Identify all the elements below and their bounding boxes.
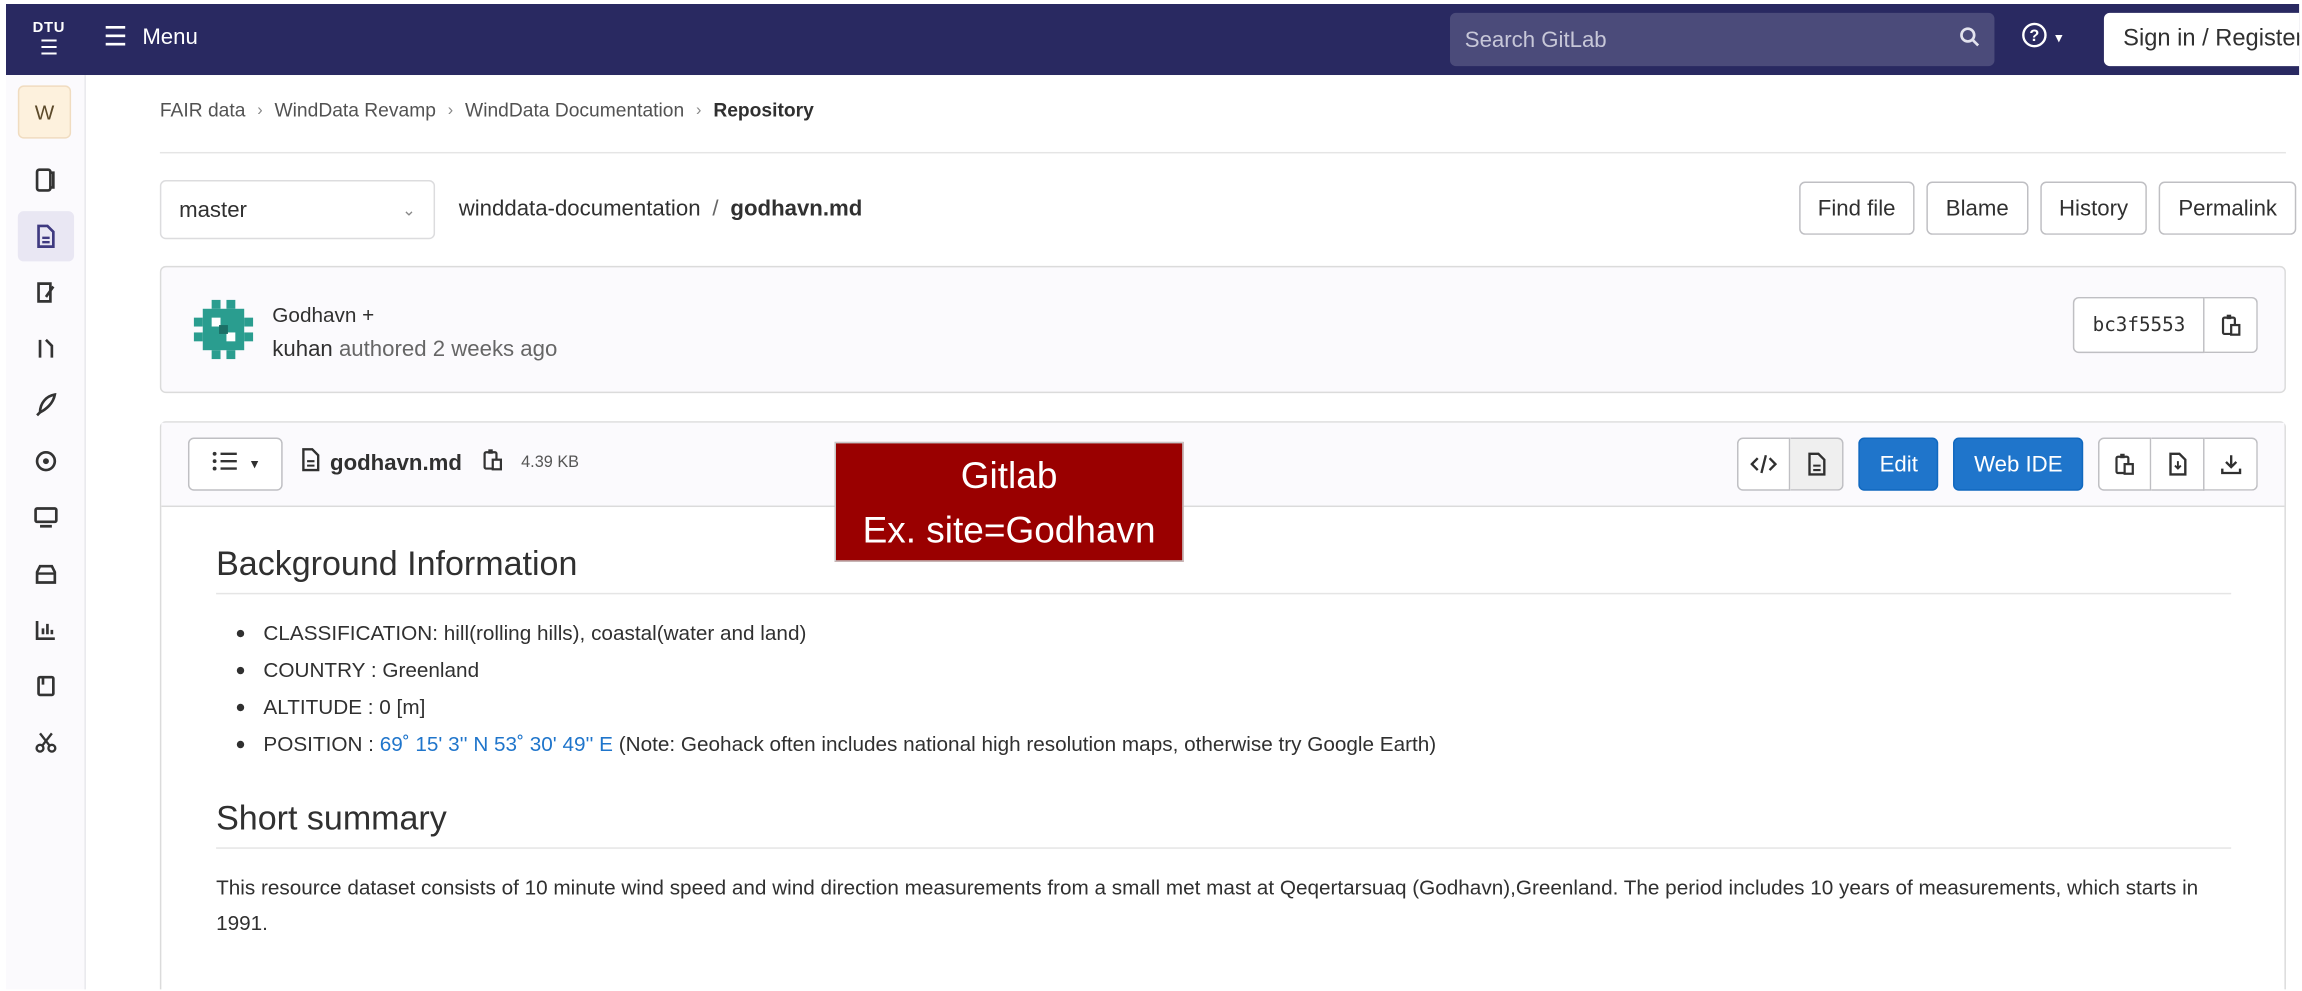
- file-ops: [2098, 437, 2258, 491]
- help-icon: ?: [2021, 22, 2048, 56]
- menu-button[interactable]: ☰ Menu: [104, 22, 198, 53]
- ci-cd-rocket-icon[interactable]: [18, 380, 74, 430]
- search-placeholder: Search GitLab: [1464, 26, 1607, 53]
- file-size: 4.39 KB: [521, 453, 580, 472]
- project-avatar[interactable]: W: [17, 85, 72, 139]
- copy-sha-icon[interactable]: [2204, 296, 2258, 354]
- position-note: (Note: Geohack often includes national h…: [612, 731, 1437, 756]
- download-icon[interactable]: [2204, 437, 2258, 491]
- breadcrumb: FAIR data › WindData Revamp › WindData D…: [160, 99, 814, 121]
- hamburger-icon: ☰: [103, 21, 128, 52]
- list-item: POSITION : 69˚ 15' 3'' N 53˚ 30' 49'' E …: [216, 726, 2231, 763]
- background-list: CLASSIFICATION: hill(rolling hills), coa…: [216, 615, 2231, 763]
- rendered-view-icon[interactable]: [1790, 437, 1845, 491]
- search-input[interactable]: Search GitLab: [1449, 12, 1995, 67]
- gitlab-page: DTU ☰ ☰ Menu Search GitLab ? ▾ Sign in /…: [6, 4, 2300, 990]
- overlay-line1: Gitlab: [960, 455, 1058, 497]
- summary-paragraph: This resource dataset consists of 10 min…: [216, 875, 2199, 935]
- view-toggle: [1737, 437, 1845, 491]
- last-commit: Godhavn + kuhan authored 2 weeks ago bc3…: [159, 265, 2286, 394]
- edit-button[interactable]: Edit: [1858, 437, 1939, 491]
- menu-label: Menu: [142, 24, 198, 50]
- chevron-right-icon: ›: [447, 100, 454, 119]
- copy-path-icon[interactable]: [483, 448, 504, 478]
- file-header: ▾ godhavn.md 4.39 KB Edit Web IDE: [161, 422, 2285, 508]
- chevron-down-icon: ⌄: [402, 201, 416, 220]
- project-sidebar: W: [6, 75, 86, 990]
- chevron-down-icon: ▾: [2055, 30, 2063, 47]
- divider: [159, 151, 2286, 154]
- web-ide-button[interactable]: Web IDE: [1953, 437, 2084, 491]
- breadcrumb-item[interactable]: WindData Documentation: [465, 99, 684, 121]
- overlay-line2: Ex. site=Godhavn: [862, 509, 1156, 552]
- commit-time: authored 2 weeks ago: [338, 336, 558, 363]
- chevron-down-icon: ▾: [250, 455, 259, 473]
- project-overview-icon[interactable]: [18, 155, 74, 205]
- packages-icon[interactable]: [18, 548, 74, 598]
- section-heading: Short summary: [216, 798, 2232, 849]
- sign-in-button[interactable]: Sign in / Register: [2103, 12, 2300, 67]
- list-item: ALTITUDE : 0 [m]: [216, 689, 2231, 726]
- list-item: CLASSIFICATION: hill(rolling hills), coa…: [216, 615, 2231, 652]
- breadcrumb-current[interactable]: Repository: [713, 99, 813, 121]
- wiki-icon[interactable]: [18, 661, 74, 711]
- table-of-contents-button[interactable]: ▾: [187, 437, 283, 491]
- file-title: godhavn.md 4.39 KB: [300, 448, 579, 478]
- breadcrumb-item[interactable]: FAIR data: [160, 99, 246, 121]
- chevron-right-icon: ›: [696, 100, 702, 119]
- raw-file-icon[interactable]: [2151, 437, 2205, 491]
- path-separator: /: [712, 196, 719, 222]
- blame-button[interactable]: Blame: [1926, 181, 2028, 235]
- snippets-scissors-icon[interactable]: [18, 717, 74, 767]
- svg-text:?: ?: [2029, 27, 2039, 45]
- breadcrumb-item[interactable]: WindData Revamp: [275, 99, 436, 121]
- help-dropdown[interactable]: ? ▾: [2021, 22, 2063, 56]
- top-navbar: DTU ☰ ☰ Menu Search GitLab ? ▾ Sign in /…: [6, 4, 2300, 76]
- file-viewer: ▾ godhavn.md 4.39 KB Edit Web IDE Backgr…: [159, 421, 2286, 990]
- commit-title[interactable]: Godhavn +: [272, 303, 374, 327]
- permalink-button[interactable]: Permalink: [2159, 181, 2297, 235]
- file-icon: [300, 448, 321, 478]
- deployments-icon[interactable]: [18, 436, 74, 486]
- file-tools: Edit Web IDE: [1737, 437, 2258, 491]
- commit-byline: kuhan authored 2 weeks ago: [272, 337, 557, 362]
- search-icon: [1959, 26, 1980, 53]
- commit-sha[interactable]: bc3f5553: [2073, 296, 2205, 354]
- chevron-right-icon: ›: [257, 100, 263, 119]
- merge-requests-icon[interactable]: [18, 324, 74, 374]
- copy-contents-icon[interactable]: [2098, 437, 2152, 491]
- commit-author[interactable]: kuhan: [272, 337, 332, 362]
- markdown-content: Background Information CLASSIFICATION: h…: [216, 544, 2232, 941]
- file-path: winddata-documentation / godhavn.md: [459, 196, 863, 221]
- avatar[interactable]: [190, 296, 257, 363]
- list-item: COUNTRY : Greenland: [216, 652, 2231, 689]
- branch-selector[interactable]: master ⌄: [159, 180, 436, 240]
- branch-name: master: [179, 197, 247, 223]
- section-heading: Background Information: [216, 544, 2232, 595]
- position-label: POSITION :: [263, 731, 380, 756]
- code-view-icon[interactable]: [1737, 437, 1791, 491]
- logo-mark-icon: ☰: [39, 35, 59, 59]
- history-button[interactable]: History: [2039, 181, 2148, 235]
- file-actions: Find file Blame History Permalink: [1798, 181, 2297, 235]
- commit-sha-group: bc3f5553: [2073, 296, 2258, 354]
- repository-icon[interactable]: [17, 211, 75, 262]
- list-icon: [212, 451, 239, 478]
- file-title-name: godhavn.md: [330, 450, 462, 476]
- find-file-button[interactable]: Find file: [1798, 181, 1915, 235]
- file-name: godhavn.md: [730, 196, 863, 222]
- dtu-logo[interactable]: DTU ☰: [27, 13, 71, 66]
- position-link[interactable]: 69˚ 15' 3'' N 53˚ 30' 49'' E: [380, 732, 613, 756]
- repo-link[interactable]: winddata-documentation: [459, 196, 701, 221]
- issues-icon[interactable]: [18, 267, 74, 317]
- analytics-icon[interactable]: [18, 605, 74, 655]
- annotation-overlay: Gitlab Ex. site=Godhavn: [834, 441, 1184, 562]
- monitor-icon[interactable]: [18, 492, 74, 542]
